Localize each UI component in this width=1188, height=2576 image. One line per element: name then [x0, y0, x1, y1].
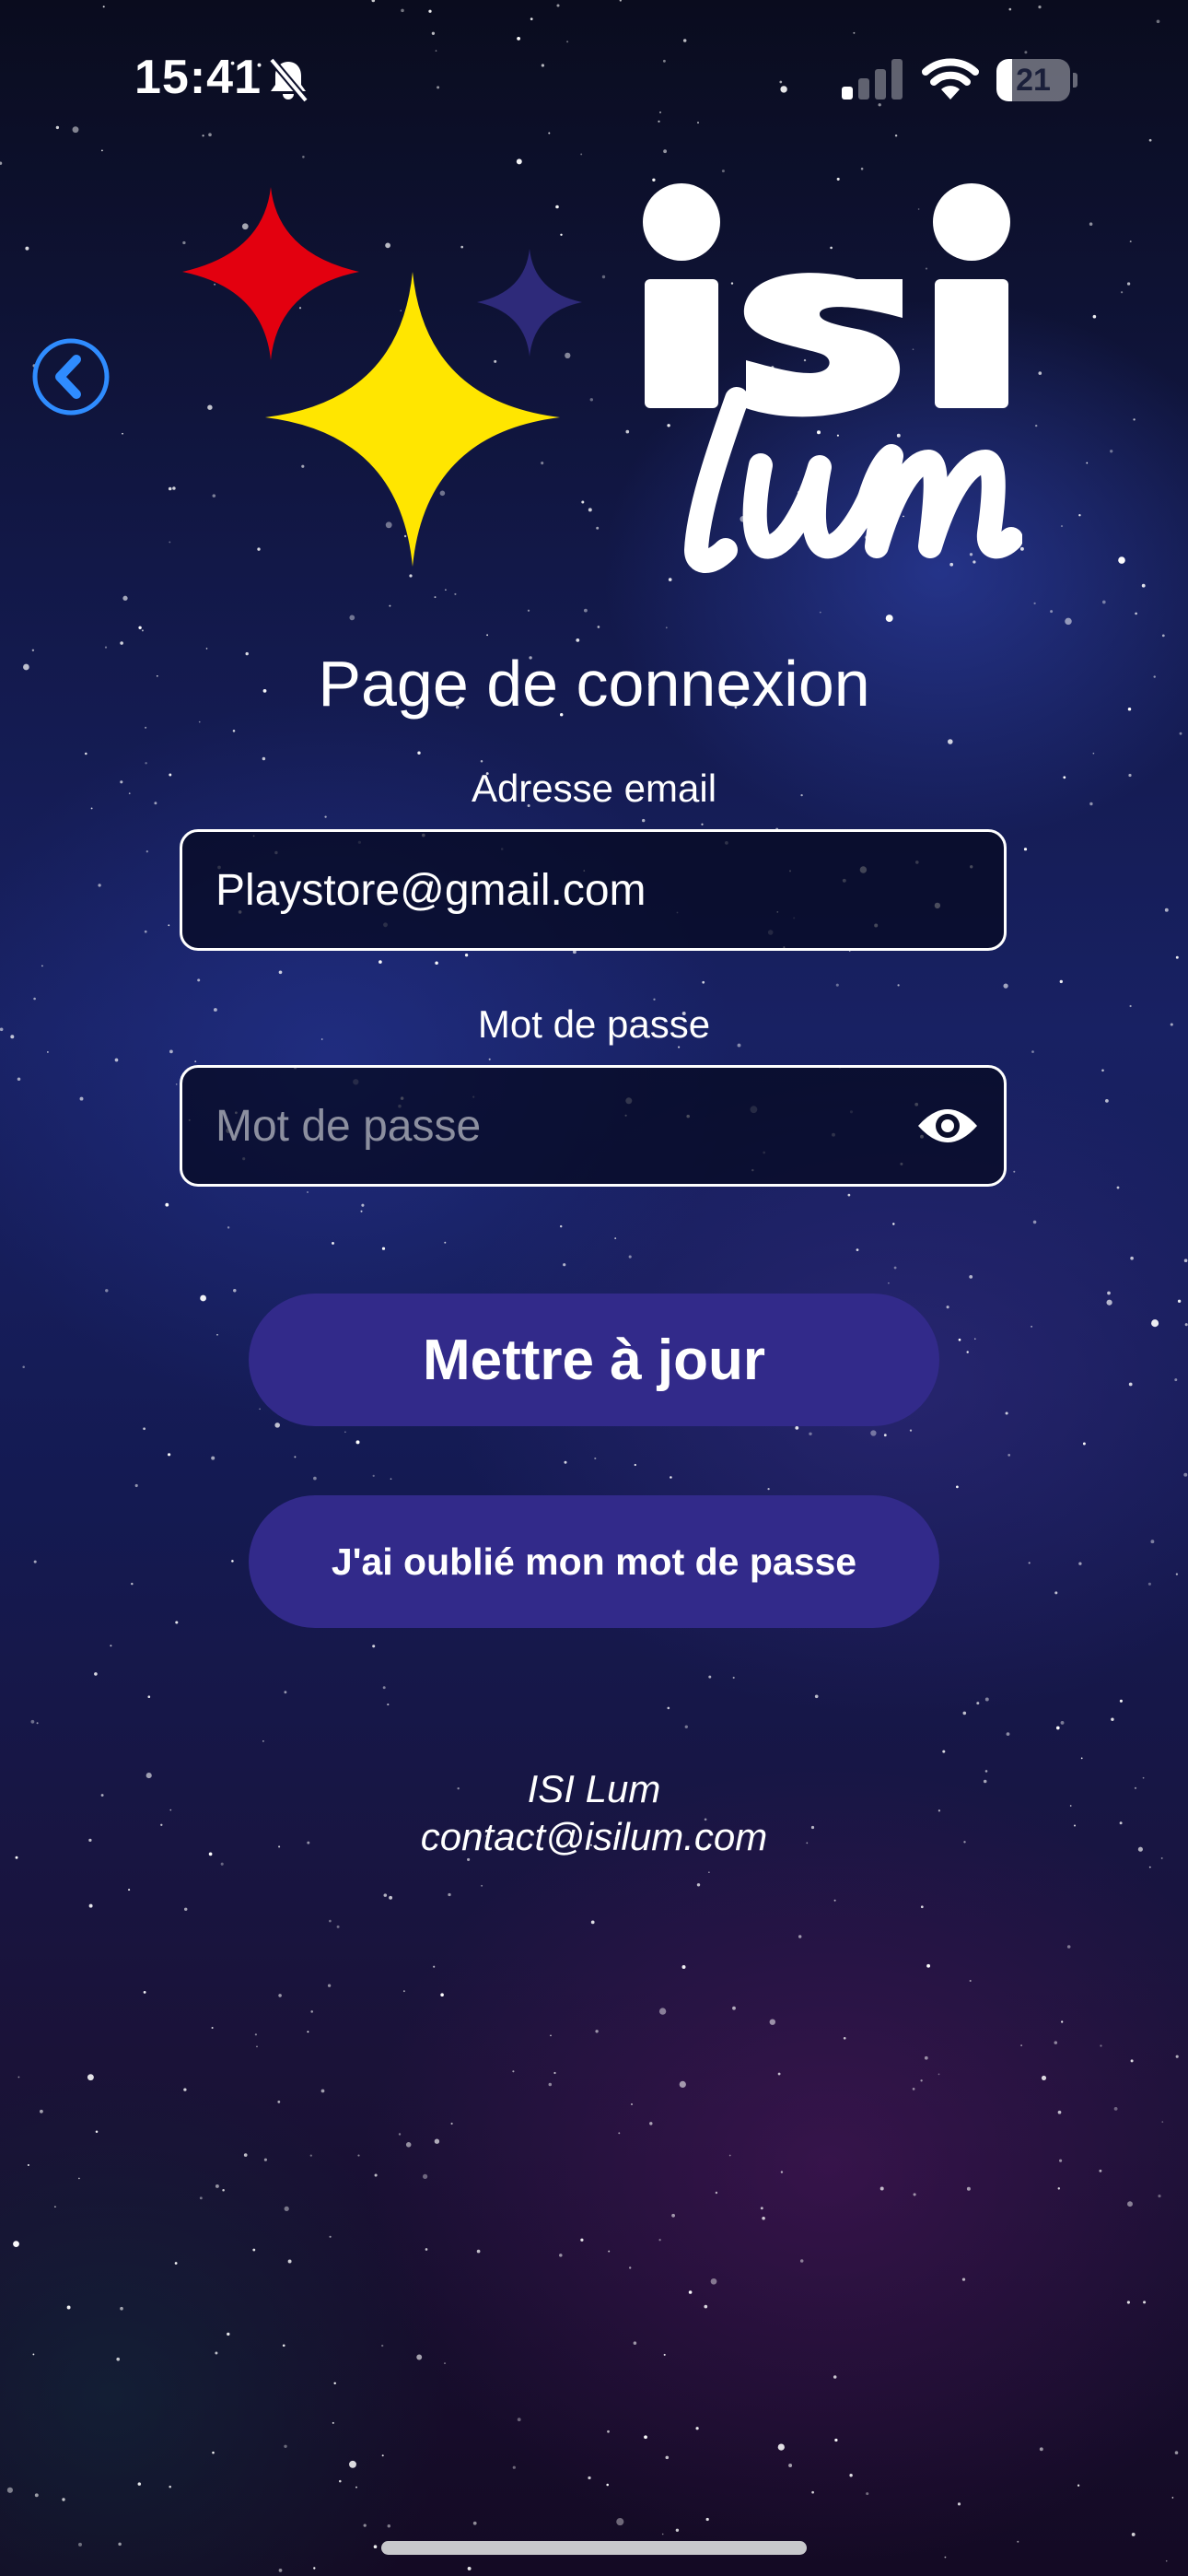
chevron-left-circle-icon	[32, 338, 110, 416]
status-time: 15:41	[134, 51, 262, 104]
logo-star-red	[182, 187, 359, 360]
password-field[interactable]	[215, 1068, 915, 1184]
battery-indicator: 21	[996, 59, 1077, 101]
footer-company-name: ISI Lum	[527, 1767, 661, 1810]
isilum-logo	[182, 183, 1022, 573]
back-button[interactable]	[31, 337, 111, 416]
email-field-container	[180, 829, 1007, 951]
email-label: Adresse email	[471, 767, 717, 810]
forgot-password-button[interactable]: J'ai oublié mon mot de passe	[249, 1495, 939, 1628]
update-button[interactable]: Mettre à jour	[249, 1294, 939, 1426]
password-label: Mot de passe	[477, 1002, 711, 1046]
page-title: Page de connexion	[318, 648, 870, 720]
logo-star-navy	[477, 249, 582, 357]
password-field-container	[180, 1065, 1007, 1187]
cellular-signal-icon	[842, 59, 903, 100]
home-indicator[interactable]	[381, 2541, 807, 2555]
footer-contact-email: contact@isilum.com	[420, 1815, 768, 1858]
bell-slash-icon	[268, 57, 309, 103]
battery-level: 21	[1016, 63, 1051, 98]
logo-wordmark	[643, 183, 1022, 573]
wifi-icon	[922, 58, 979, 100]
email-field[interactable]	[215, 832, 915, 948]
status-bar: 15:41 21	[0, 0, 1188, 157]
battery-icon: 21	[996, 59, 1070, 101]
battery-cap	[1073, 73, 1077, 88]
eye-icon[interactable]	[915, 1101, 980, 1151]
